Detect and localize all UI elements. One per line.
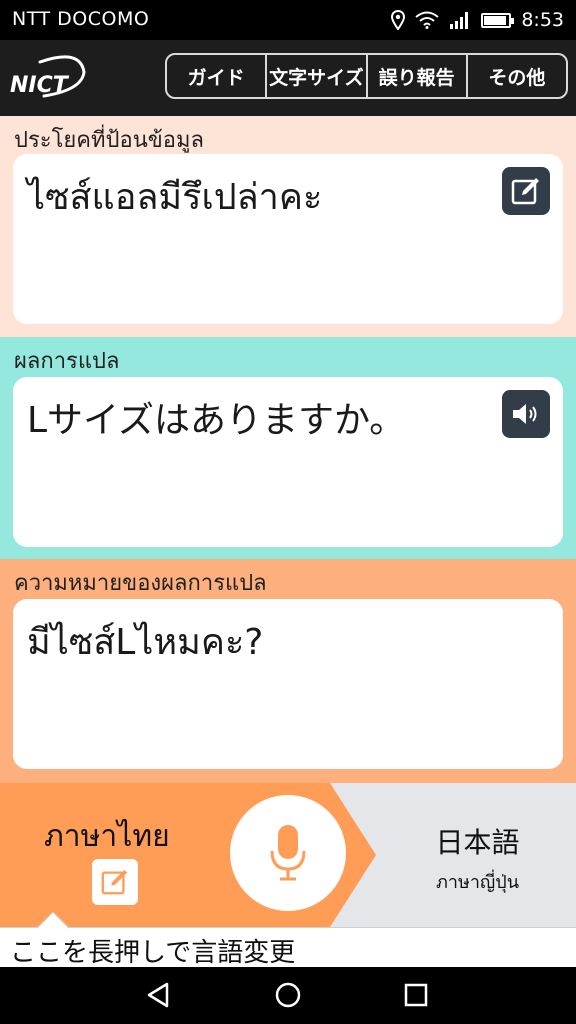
clock: 8:53 [521, 9, 564, 31]
play-audio-button[interactable] [502, 390, 550, 438]
back-button[interactable] [138, 975, 178, 1015]
recents-icon [404, 983, 428, 1007]
nict-logo: NICT [10, 54, 90, 102]
status-bar: NTT DOCOMO 8:53 [0, 0, 576, 40]
edit-icon [101, 869, 128, 895]
translation-text: Lサイズはありますか。 [27, 400, 406, 441]
speaker-icon [513, 404, 537, 424]
source-language-name: ภาษาไทย [44, 819, 170, 854]
language-bar: ภาษาไทย 日本語 ภาษาญี่ปุ่น [0, 783, 576, 927]
input-section-label: ประโยคที่ป้อนข้อมูล [14, 128, 204, 153]
target-language-name[interactable]: 日本語 [400, 821, 555, 861]
system-navigation-bar [0, 967, 576, 1024]
wifi-icon [415, 11, 439, 29]
menu-guide[interactable]: ガイド [167, 55, 268, 97]
hint-text: ここを長押しで言語変更 [10, 938, 296, 968]
logo-text: NICT [10, 73, 70, 98]
battery-icon [481, 12, 515, 28]
battery-level [484, 15, 507, 25]
menu-other[interactable]: その他 [468, 55, 566, 97]
back-icon [147, 982, 169, 1008]
menu-error-report[interactable]: 誤り報告 [368, 55, 468, 97]
home-icon [275, 982, 301, 1008]
recents-button[interactable] [396, 975, 436, 1015]
back-translation-label: ความหมายของผลการแปล [14, 571, 267, 596]
input-section: ประโยคที่ป้อนข้อมูล ไซส์แอลมีรึเปล่าคะ [0, 116, 576, 337]
target-language-subtitle: ภาษาญี่ปุ่น [435, 872, 519, 893]
location-icon [391, 10, 406, 30]
input-card[interactable]: ไซส์แอลมีรึเปล่าคะ [13, 154, 563, 324]
microphone-icon [270, 825, 306, 881]
translation-section-label: ผลการแปล [14, 349, 120, 374]
header-menu: ガイド 文字サイズ 誤り報告 その他 [165, 53, 568, 99]
home-button[interactable] [268, 975, 308, 1015]
language-change-hint: ここを長押しで言語変更 [0, 911, 576, 968]
menu-text-size[interactable]: 文字サイズ [267, 55, 368, 97]
back-translation-section: ความหมายของผลการแปล มีไซส์Lไหมคะ? [0, 559, 576, 783]
microphone-button[interactable] [230, 795, 346, 911]
edit-input-button[interactable] [502, 167, 550, 215]
app-header: NICT ガイド 文字サイズ 誤り報告 その他 [0, 40, 576, 116]
carrier-name: NTT DOCOMO [12, 8, 150, 30]
input-text: ไซส์แอลมีรึเปล่าคะ [27, 177, 323, 218]
translation-card: Lサイズはありますか。 [13, 377, 563, 547]
edit-icon [511, 178, 539, 205]
translation-section: ผลการแปล Lサイズはありますか。 [0, 337, 576, 559]
back-translation-text: มีไซส์Lไหมคะ? [27, 622, 264, 663]
change-language-edit-button[interactable] [92, 859, 138, 905]
status-icons: 8:53 [391, 6, 564, 34]
back-translation-card: มีไซส์Lไหมคะ? [13, 599, 563, 769]
signal-icon [450, 12, 469, 29]
